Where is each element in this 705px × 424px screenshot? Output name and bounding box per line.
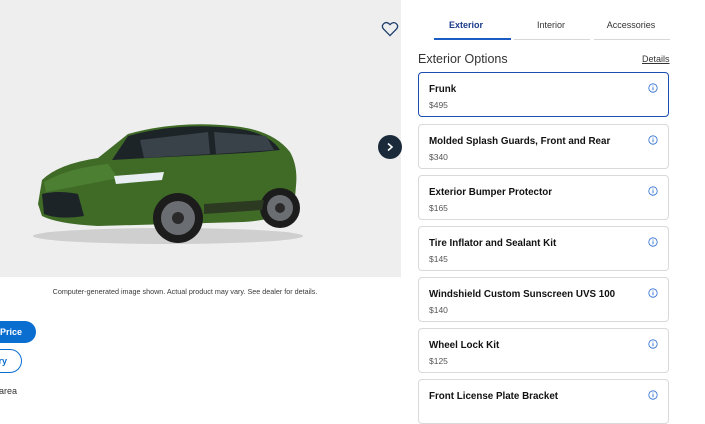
area-text: area	[0, 386, 18, 396]
option-price: $145	[429, 254, 448, 264]
chevron-right-icon	[387, 142, 394, 152]
info-icon[interactable]	[648, 237, 658, 247]
details-link[interactable]: Details	[642, 54, 670, 64]
info-icon[interactable]	[648, 186, 658, 196]
tab-interior[interactable]: Interior	[510, 12, 592, 38]
price-button[interactable]: t Price	[0, 321, 36, 343]
option-price: $125	[429, 356, 448, 366]
option-card-frunk[interactable]: Frunk $495	[418, 72, 669, 117]
info-icon[interactable]	[648, 390, 658, 400]
tab-accessories[interactable]: Accessories	[592, 12, 670, 38]
heart-outline-icon	[381, 21, 399, 37]
favorite-button[interactable]	[379, 18, 401, 40]
section-title: Exterior Options	[418, 52, 508, 66]
info-icon[interactable]	[648, 83, 658, 93]
option-card-wheel-lock[interactable]: Wheel Lock Kit $125	[418, 328, 669, 373]
option-card-bumper-protector[interactable]: Exterior Bumper Protector $165	[418, 175, 669, 220]
next-image-button[interactable]	[378, 135, 402, 159]
info-icon[interactable]	[648, 135, 658, 145]
tab-exterior[interactable]: Exterior	[422, 12, 510, 38]
option-card-splash-guards[interactable]: Molded Splash Guards, Front and Rear $34…	[418, 124, 669, 169]
option-card-license-bracket[interactable]: Front License Plate Bracket	[418, 379, 669, 424]
option-name: Exterior Bumper Protector	[429, 187, 553, 198]
option-tabs: Exterior Interior Accessories	[422, 12, 670, 40]
option-price: $495	[429, 100, 448, 110]
option-price: $165	[429, 203, 448, 213]
option-price: $340	[429, 152, 448, 162]
vehicle-image	[0, 0, 401, 277]
option-price: $140	[429, 305, 448, 315]
inventory-button[interactable]: ry	[0, 349, 22, 373]
option-name: Molded Splash Guards, Front and Rear	[429, 136, 611, 147]
option-card-tire-inflator[interactable]: Tire Inflator and Sealant Kit $145	[418, 226, 669, 271]
tab-exterior-underline	[434, 38, 511, 40]
option-name: Tire Inflator and Sealant Kit	[429, 238, 557, 249]
option-name: Wheel Lock Kit	[429, 340, 500, 351]
option-name: Frunk	[429, 84, 457, 95]
vehicle-image-panel: Computer-generated image shown. Actual p…	[0, 0, 410, 397]
tab-accessories-underline	[594, 39, 670, 40]
info-icon[interactable]	[648, 339, 658, 349]
image-disclaimer: Computer-generated image shown. Actual p…	[52, 287, 318, 296]
tab-interior-underline	[514, 39, 590, 40]
option-name: Windshield Custom Sunscreen UVS 100	[429, 289, 616, 300]
info-icon[interactable]	[648, 288, 658, 298]
car-image	[33, 124, 303, 244]
option-card-sunscreen[interactable]: Windshield Custom Sunscreen UVS 100 $140	[418, 277, 669, 322]
